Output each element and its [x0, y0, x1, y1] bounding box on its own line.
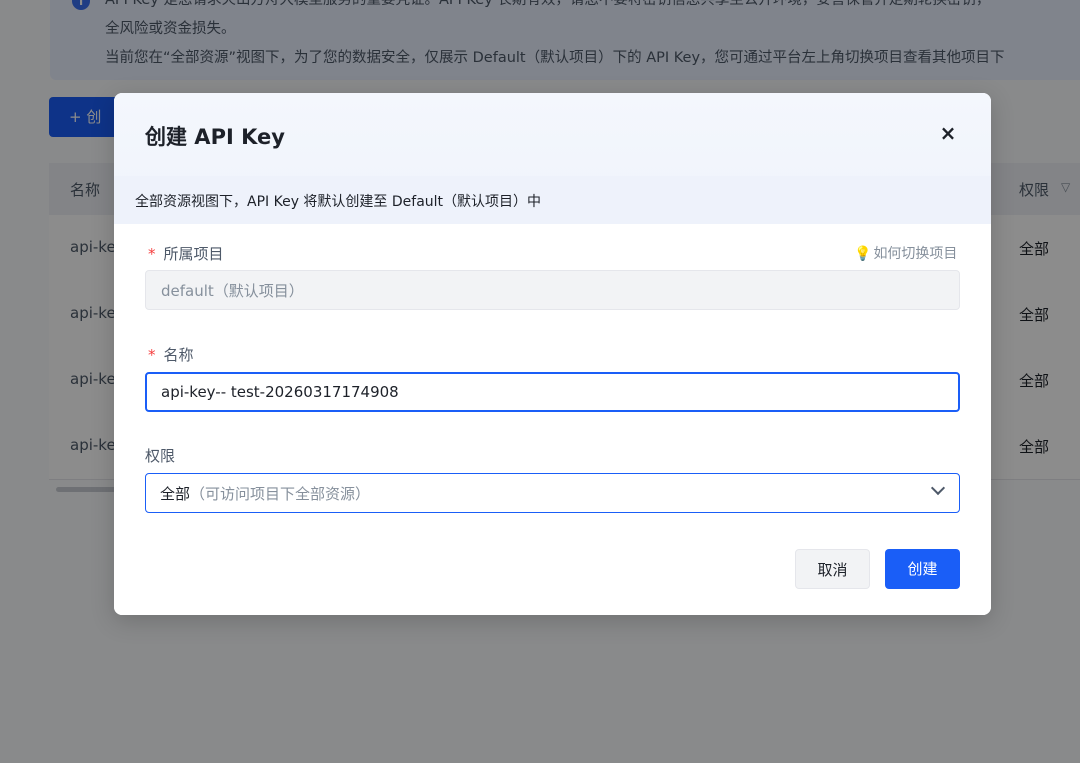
- help-link-text: 如何切换项目: [873, 246, 958, 262]
- cancel-button[interactable]: 取消: [795, 549, 870, 589]
- create-button[interactable]: 创建: [885, 549, 960, 589]
- project-label-text: 所属项目: [163, 245, 224, 263]
- name-input[interactable]: [147, 374, 958, 410]
- chevron-down-icon: [930, 480, 946, 496]
- dialog-title: 创建 API Key: [145, 125, 285, 149]
- permission-label: 权限: [145, 447, 176, 465]
- close-icon[interactable]: ×: [937, 122, 959, 144]
- project-label: * 所属项目: [148, 243, 224, 264]
- create-api-key-dialog: 创建 API Key × 全部资源视图下，API Key 将默认创建至 Defa…: [114, 93, 991, 615]
- name-label-text: 名称: [163, 346, 194, 364]
- how-to-switch-project-link[interactable]: 💡 如何切换项目: [854, 243, 957, 263]
- permission-select[interactable]: 全部（可访问项目下全部资源）: [145, 473, 960, 513]
- permission-description: （可访问项目下全部资源）: [190, 485, 371, 503]
- name-label: * 名称: [148, 344, 194, 365]
- name-input-wrapper: [145, 372, 960, 412]
- lightbulb-icon: 💡: [854, 246, 872, 262]
- required-mark: *: [148, 346, 156, 364]
- project-field: default（默认项目）: [145, 270, 960, 310]
- dialog-hint-text: 全部资源视图下，API Key 将默认创建至 Default（默认项目）中: [135, 194, 542, 210]
- required-mark: *: [148, 245, 156, 263]
- dialog-hint: 全部资源视图下，API Key 将默认创建至 Default（默认项目）中: [114, 176, 991, 224]
- permission-value: 全部: [160, 485, 191, 503]
